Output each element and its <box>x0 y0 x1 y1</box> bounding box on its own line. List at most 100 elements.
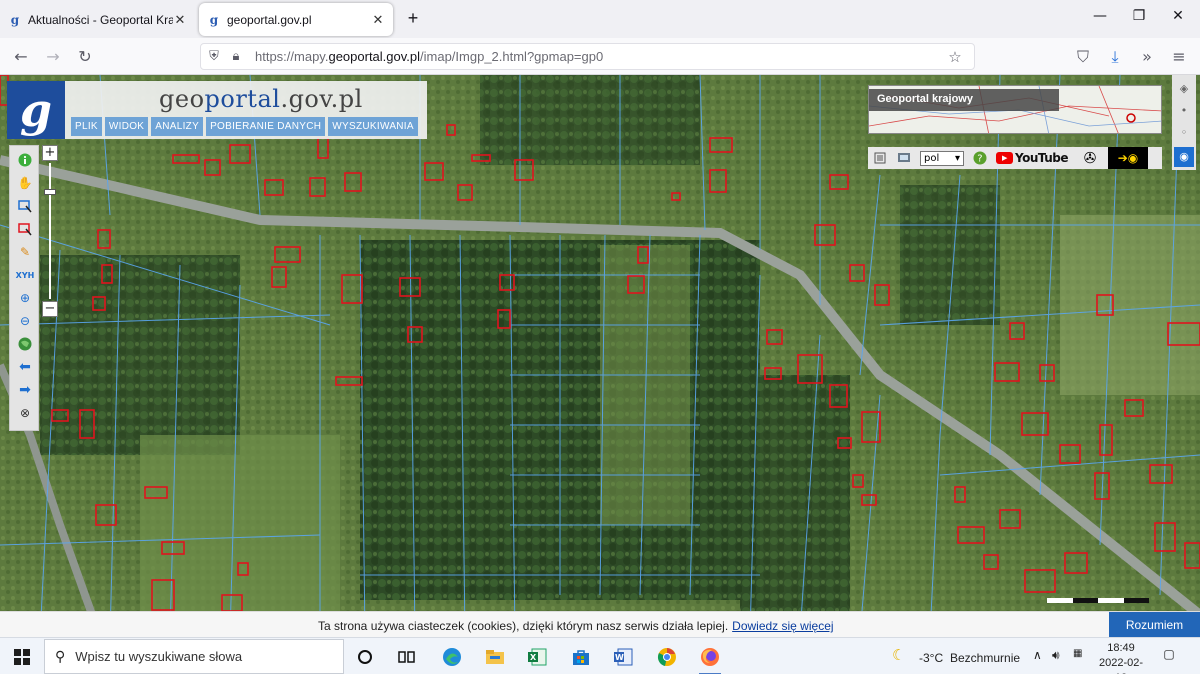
menu-widok[interactable]: WIDOK <box>104 117 149 136</box>
close-tab-icon[interactable]: ✕ <box>173 12 187 28</box>
geoportal-logo[interactable]: g <box>7 81 65 139</box>
menu-pobieranie-danych[interactable]: POBIERANIE DANYCH <box>206 117 326 136</box>
menu-analizy[interactable]: ANALIZY <box>151 117 204 136</box>
taskbar-search-box[interactable]: ⚲ Wpisz tu wyszukiwane słowa <box>44 639 344 674</box>
zoom-out-button[interactable]: − <box>42 301 58 317</box>
menu-plik[interactable]: PLIK <box>71 117 102 136</box>
reload-button[interactable]: ↻ <box>74 46 96 68</box>
right-tools-bar: pol ▾ ? ▶ YouTube ✇ ➔◉ <box>868 147 1162 169</box>
wms-icon[interactable] <box>892 149 916 167</box>
youtube-label: YouTube <box>1014 151 1069 165</box>
pin-icon[interactable]: ◦ <box>1174 123 1194 143</box>
clock-date: 2022-02-12 <box>1098 657 1144 674</box>
address-bar[interactable]: ⛨ 🔒︎ https://mapy.geoportal.gov.pl/imap/… <box>200 43 975 70</box>
cookie-text: Ta strona używa ciasteczek (cookies), dz… <box>318 619 729 633</box>
bookmark-star-icon[interactable]: ☆ <box>944 48 966 66</box>
zoom-track[interactable] <box>49 163 51 299</box>
eye-icon[interactable]: ◉ <box>1174 147 1194 167</box>
url-text[interactable]: https://mapy.geoportal.gov.pl/imap/Imgp_… <box>255 49 944 64</box>
globe-icon[interactable] <box>15 334 35 354</box>
previous-extent-icon[interactable]: ⬅ <box>15 357 35 377</box>
zoom-in-icon[interactable]: ⊕ <box>15 288 35 308</box>
weather-moon-icon[interactable]: ☾ <box>892 646 905 664</box>
coordinates-icon[interactable]: XYH <box>15 265 35 285</box>
tab-title: Aktualności - Geoportal Krajowy <box>28 12 173 27</box>
chrome-icon[interactable] <box>652 642 682 671</box>
back-button[interactable]: ← <box>10 46 32 68</box>
file-explorer-icon[interactable] <box>480 642 510 671</box>
cookie-learn-more-link[interactable]: Dowiedz się więcej <box>732 619 833 633</box>
edge-icon[interactable] <box>437 642 467 671</box>
volume-icon[interactable]: 🔊︎ <box>1052 648 1060 663</box>
pencil-icon[interactable]: ✎ <box>15 242 35 262</box>
geoportal-favicon-icon: g <box>10 12 20 27</box>
site-name-suffix: .gov.pl <box>280 85 363 113</box>
overview-map[interactable]: Geoportal krajowy <box>868 85 1162 134</box>
info-icon[interactable] <box>15 150 35 170</box>
map-canvas[interactable]: g geoportal.gov.pl PLIK WIDOK ANALIZY PO… <box>0 75 1200 637</box>
cookie-accept-button[interactable]: Rozumiem <box>1109 612 1200 638</box>
search-placeholder: Wpisz tu wyszukiwane słowa <box>75 649 243 664</box>
forward-button[interactable]: → <box>42 46 64 68</box>
high-contrast-toggle[interactable]: ➔◉ <box>1108 147 1148 169</box>
tab-title: geoportal.gov.pl <box>227 12 312 27</box>
youtube-link[interactable]: ▶ YouTube <box>992 149 1072 167</box>
windows-taskbar: ⚲ Wpisz tu wyszukiwane słowa X W ☾ -3°C … <box>0 637 1200 674</box>
accessibility-icon[interactable]: ✇ <box>1072 149 1108 167</box>
weather-description[interactable]: Bezchmurnie <box>950 651 1020 665</box>
close-tab-icon[interactable]: ✕ <box>371 12 385 28</box>
tab-aktualnosci[interactable]: g Aktualności - Geoportal Krajowy ✕ <box>0 3 195 36</box>
scale-segment <box>1098 598 1124 603</box>
zoom-out-icon[interactable]: ⊖ <box>15 311 35 331</box>
site-name-prefix: geo <box>159 85 205 113</box>
firefox-icon[interactable] <box>695 642 725 674</box>
lock-icon[interactable]: 🔒︎ <box>227 49 245 64</box>
network-icon[interactable]: ▦ <box>1073 648 1082 659</box>
menu-icon[interactable]: ≡ <box>1168 46 1190 68</box>
pan-hand-icon[interactable]: ✋ <box>15 173 35 193</box>
show-hidden-icons-chevron[interactable]: ∧ <box>1033 648 1042 662</box>
weather-temperature[interactable]: -3°C <box>919 651 943 665</box>
tab-geoportal[interactable]: g geoportal.gov.pl ✕ <box>199 3 393 36</box>
navigation-bar: ← → ↻ ⛨ 🔒︎ https://mapy.geoportal.gov.pl… <box>0 38 1200 75</box>
pocket-icon[interactable]: ⛉ <box>1072 46 1094 68</box>
cortana-icon[interactable] <box>350 642 380 671</box>
geoportal-header: g geoportal.gov.pl PLIK WIDOK ANALIZY PO… <box>7 81 427 139</box>
select-object-icon[interactable] <box>15 219 35 239</box>
close-window-button[interactable]: ✕ <box>1166 8 1190 30</box>
store-icon[interactable] <box>566 642 596 671</box>
cookie-bar: Ta strona używa ciasteczek (cookies), dz… <box>0 611 1200 638</box>
language-value: pol <box>924 152 940 164</box>
windows-logo-icon <box>14 648 30 665</box>
windows-start-button[interactable] <box>0 638 44 674</box>
taskbar-clock[interactable]: 18:49 2022-02-12 <box>1093 641 1149 674</box>
select-area-icon[interactable] <box>15 196 35 216</box>
task-view-icon[interactable] <box>392 642 422 671</box>
notifications-icon[interactable]: ▢ <box>1160 647 1178 665</box>
downloads-icon[interactable]: ⤓ <box>1104 46 1126 68</box>
svg-text:X: X <box>530 653 537 662</box>
shield-icon[interactable]: ⛨ <box>205 49 223 64</box>
layers-side-panel: ◈ • ◦ ◉ <box>1172 75 1196 170</box>
dot-icon[interactable]: • <box>1174 101 1194 121</box>
zoom-handle[interactable] <box>44 189 56 195</box>
more-tools-icon[interactable]: » <box>1136 46 1158 68</box>
new-tab-button[interactable]: + <box>403 9 423 29</box>
layers-icon[interactable]: ◈ <box>1174 79 1194 99</box>
zoom-in-button[interactable]: + <box>42 145 58 161</box>
scale-segment <box>1047 598 1073 603</box>
word-icon[interactable]: W <box>608 642 638 671</box>
excel-icon[interactable]: X <box>522 642 552 671</box>
url-domain: geoportal.gov.pl <box>328 49 421 64</box>
menu-wyszukiwania[interactable]: WYSZUKIWANIA <box>328 117 418 136</box>
full-extent-icon[interactable]: ⊗ <box>15 403 35 423</box>
next-extent-icon[interactable]: ➡ <box>15 380 35 400</box>
browser-tab-strip: g Aktualności - Geoportal Krajowy ✕ g ge… <box>0 0 1200 38</box>
legend-icon[interactable] <box>868 149 892 167</box>
minimize-button[interactable]: — <box>1088 8 1112 30</box>
help-icon[interactable]: ? <box>968 149 992 167</box>
zoom-slider[interactable]: + − <box>42 145 60 317</box>
site-name-highlight: portal <box>204 85 281 113</box>
language-select[interactable]: pol ▾ <box>916 149 968 167</box>
maximize-button[interactable]: ❐ <box>1127 8 1151 30</box>
